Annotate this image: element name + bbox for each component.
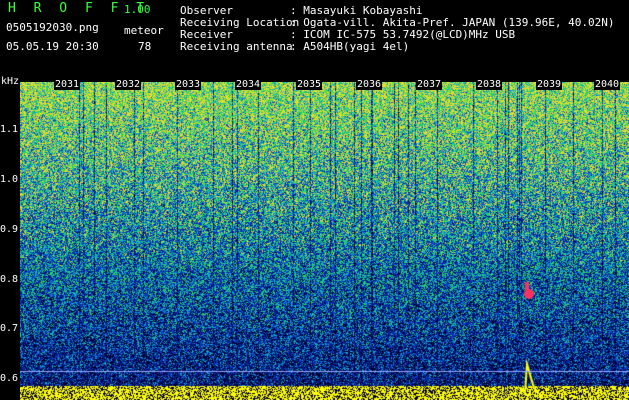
y-axis-label: 1.0 bbox=[0, 174, 19, 185]
meta-value-antenna: : A504HB(yagi 4el) bbox=[290, 40, 410, 53]
y-axis-label: 0.7 bbox=[0, 323, 19, 334]
time-tick-label: 2031 bbox=[54, 79, 81, 90]
y-axis-label: 0.8 bbox=[0, 274, 19, 285]
time-tick-label: 2035 bbox=[296, 79, 323, 90]
time-tick-label: 2040 bbox=[594, 79, 621, 90]
time-tick-label: 2037 bbox=[416, 79, 443, 90]
app-version: 1.00 bbox=[124, 3, 151, 16]
time-tick-label: 2034 bbox=[235, 79, 262, 90]
y-axis-label: 0.9 bbox=[0, 224, 19, 235]
meta-label-antenna: Receiving antenna bbox=[180, 40, 293, 53]
y-axis-label: 1.1 bbox=[0, 124, 19, 135]
observation-datetime: 05.05.19 20:30 bbox=[6, 40, 99, 53]
time-tick-label: 2033 bbox=[175, 79, 202, 90]
y-axis-unit: kHz bbox=[1, 76, 20, 87]
time-tick-label: 2036 bbox=[356, 79, 383, 90]
time-tick-label: 2039 bbox=[536, 79, 563, 90]
spectrogram bbox=[20, 82, 629, 400]
time-tick-label: 2032 bbox=[115, 79, 142, 90]
meteor-label: meteor bbox=[124, 24, 164, 37]
y-axis-label: 0.6 bbox=[0, 373, 19, 384]
meteor-count: 78 bbox=[138, 40, 152, 53]
image-filename: 0505192030.png bbox=[6, 21, 99, 34]
time-tick-label: 2038 bbox=[476, 79, 503, 90]
